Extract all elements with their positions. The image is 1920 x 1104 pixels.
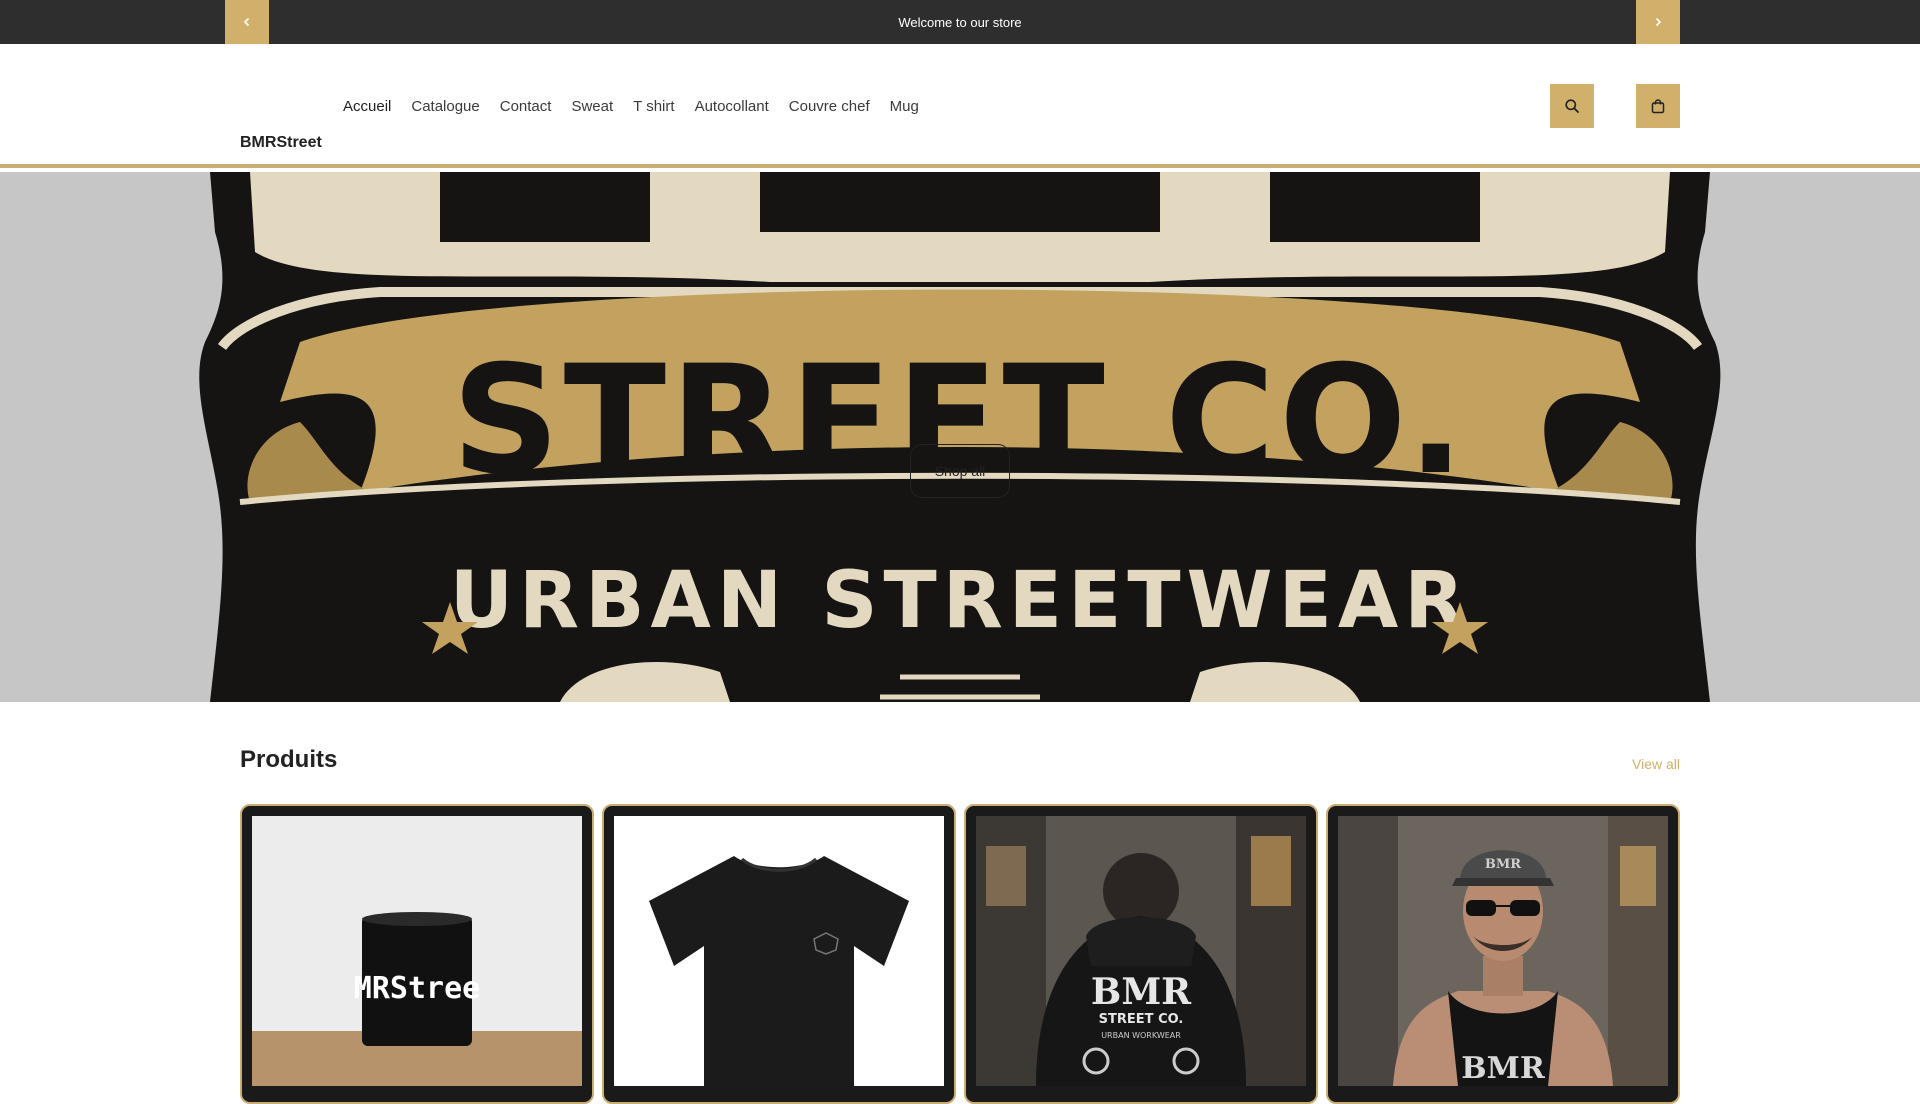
tank-top-image: BMR BMR	[1338, 816, 1668, 1086]
mug-print-text: MRStree	[354, 971, 480, 1006]
mug-image: MRStree	[252, 816, 582, 1086]
brand-logo-link[interactable]: BMRStreet	[240, 134, 322, 152]
hero-logo-subtitle: URBAN STREETWEAR	[450, 556, 1471, 646]
nav-item-t-shirt[interactable]: T shirt	[623, 97, 684, 117]
hero-logo-image: STREET CO. URBAN STREETWEAR	[199, 172, 1721, 702]
nav-item-couvre-chef[interactable]: Couvre chef	[779, 97, 880, 117]
nav-item-accueil[interactable]: Accueil	[343, 97, 401, 117]
nav-item-autocollant[interactable]: Autocollant	[685, 97, 779, 117]
search-icon	[1565, 99, 1579, 113]
nav-item-catalogue[interactable]: Catalogue	[401, 97, 489, 117]
shopping-bag-icon	[1651, 99, 1665, 114]
product-image	[614, 816, 944, 1086]
view-all-link[interactable]: View all	[1632, 756, 1680, 772]
product-card-hoodie[interactable]: BMR STREET CO. URBAN WORKWEAR	[964, 804, 1318, 1104]
nav-item-contact[interactable]: Contact	[490, 97, 562, 117]
products-section-title: Produits	[240, 746, 338, 773]
hoodie-print-tagline: URBAN WORKWEAR	[1101, 1031, 1181, 1040]
main-nav: Accueil Catalogue Contact Sweat T shirt …	[343, 97, 929, 117]
product-card-tank-top[interactable]: BMR BMR	[1326, 804, 1680, 1104]
product-image: MRStree	[252, 816, 582, 1086]
cart-button[interactable]	[1636, 84, 1680, 128]
hoodie-print-title: BMR	[1091, 971, 1192, 1013]
product-image: BMR STREET CO. URBAN WORKWEAR	[976, 816, 1306, 1086]
t-shirt-image	[614, 816, 944, 1086]
svg-text:BMR: BMR	[1485, 857, 1521, 872]
product-card-t-shirt[interactable]	[602, 804, 956, 1104]
site-header: Accueil Catalogue Contact Sweat T shirt …	[0, 44, 1920, 168]
nav-item-mug[interactable]: Mug	[880, 97, 929, 117]
nav-item-sweat[interactable]: Sweat	[561, 97, 623, 117]
tank-top-print-text: BMR	[1461, 1051, 1546, 1086]
hoodie-print-subtitle: STREET CO.	[1099, 1012, 1184, 1027]
shop-all-button[interactable]: Shop all	[910, 444, 1010, 498]
announcement-text: Welcome to our store	[898, 14, 1022, 30]
search-button[interactable]	[1550, 84, 1594, 128]
announcement-next-button[interactable]	[1636, 0, 1680, 44]
product-image: BMR BMR	[1338, 816, 1668, 1086]
hero-banner: STREET CO. URBAN STREETWEAR Shop all	[0, 172, 1920, 702]
chevron-right-icon	[1655, 17, 1662, 27]
hoodie-image: BMR STREET CO. URBAN WORKWEAR	[976, 816, 1306, 1086]
announcement-bar: Welcome to our store	[0, 0, 1920, 44]
product-card-mug[interactable]: MRStree	[240, 804, 594, 1104]
